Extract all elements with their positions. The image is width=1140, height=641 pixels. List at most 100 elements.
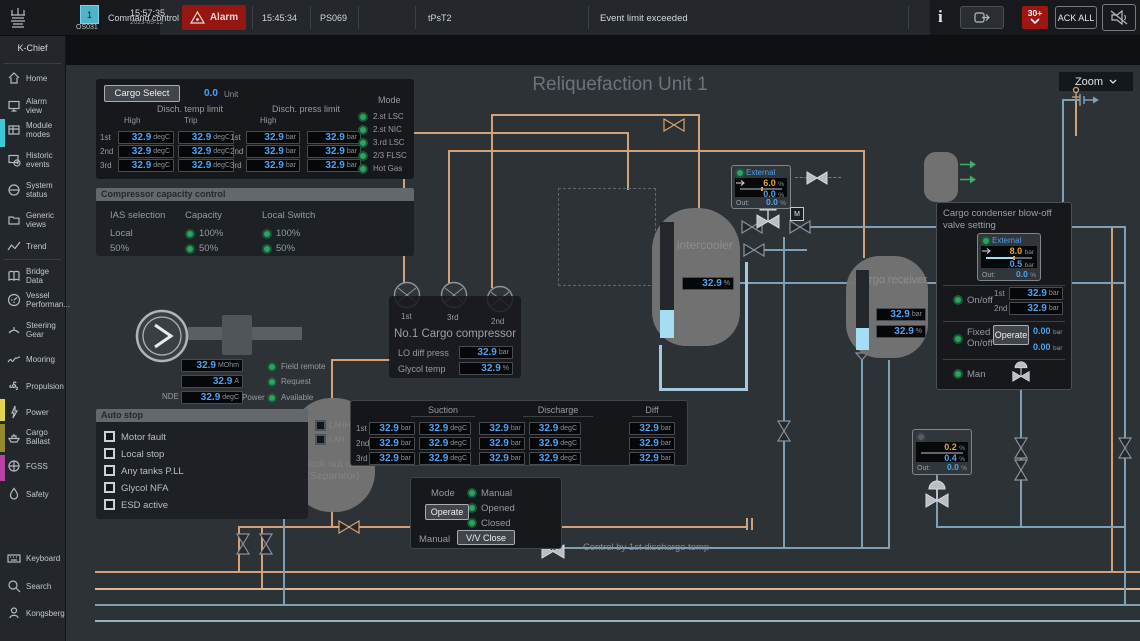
fixed-operate-button[interactable]: Operate [993, 325, 1029, 345]
person-icon [7, 606, 22, 620]
closed-label: Closed [481, 518, 511, 529]
operate-button[interactable]: Operate [425, 504, 469, 520]
sidebar-item-keyboard[interactable]: Keyboard [0, 551, 65, 565]
power-label: Power [242, 393, 265, 402]
sidebar-item-generic-views[interactable]: Generic views [0, 211, 65, 229]
out-value: 0.0 [1016, 269, 1028, 279]
intercooler-level-value: 32.9% [682, 277, 734, 290]
row-label: 1st [994, 289, 1005, 298]
capacity-led [185, 244, 195, 254]
cargo-compressor-panel: 1st 3rd 2nd No.1 Cargo compressor LO dif… [389, 296, 521, 378]
lo-diff-press-label: LO diff press [398, 348, 449, 358]
alarm-count: 30+ [1028, 8, 1042, 18]
sidebar-item-label: Generic views [26, 211, 64, 229]
sidebar-item-label: Trend [26, 242, 64, 251]
external-controller-box[interactable]: External 6.0 % 0.0 % Out: 0.0 % [731, 165, 791, 209]
pipe-segment [1124, 227, 1126, 606]
sidebar-item-label: Home [26, 74, 64, 83]
manual-led [467, 488, 477, 498]
login-button[interactable] [960, 6, 1004, 29]
clock-date: 2023-05-12 [130, 19, 163, 26]
os-station-icon[interactable]: 1 [80, 5, 99, 24]
auto-stop-panel: Auto stop Motor fault Local stop Any tan… [96, 409, 308, 519]
sidebar-item-alarm-view[interactable]: Alarm view [0, 97, 65, 115]
sidebar-item-label: Historic events [26, 151, 64, 169]
lahh-checkbox[interactable] [315, 420, 326, 431]
glycol-nfa-checkbox[interactable] [104, 482, 115, 493]
pipe-segment [888, 360, 890, 549]
setpoint-arrow-icon [982, 248, 992, 254]
unacknowledged-alarm-badge[interactable]: 30+ [1022, 6, 1048, 29]
receiver-pressure-value: 32.9bar [876, 308, 926, 321]
vent-arrow-symbol [1078, 92, 1100, 108]
info-icon[interactable]: i [938, 7, 943, 27]
operate-label: Operate [995, 330, 1028, 340]
sidebar-item-cargo-ballast[interactable]: Cargo Ballast [0, 428, 65, 446]
local-switch-led [262, 244, 272, 254]
sidebar-item-vessel-performance[interactable]: Vessel Performan... [0, 291, 65, 309]
esd-active-checkbox[interactable] [104, 499, 115, 510]
fixed-value-2: 0.00 bar [1033, 342, 1062, 352]
app-window: 1 OS031 Command control 15:57:35 2023-05… [0, 0, 1140, 641]
steering-icon [7, 323, 22, 337]
sidebar-item-bridge-data[interactable]: Bridge Data [0, 267, 65, 285]
out-label: Out: [917, 465, 930, 472]
search-icon [7, 579, 22, 593]
vv-close-button[interactable]: V/V Close [457, 530, 515, 545]
press-trip-2nd: 32.9bar [307, 145, 361, 158]
setpoint-value: 8.0 [1010, 246, 1023, 256]
vv-mode-panel: Mode Manual Opened Closed Operate Manual… [410, 477, 562, 549]
mode-label: 2.st LSC [373, 112, 404, 121]
sidebar-item-home[interactable]: Home [0, 71, 65, 85]
control-valve[interactable] [922, 480, 952, 508]
pipe-segment [95, 604, 1140, 606]
local-stop-checkbox[interactable] [104, 448, 115, 459]
mode-led [358, 151, 368, 161]
fixed-label: Fixed [967, 327, 990, 338]
sidebar-item-safety[interactable]: Safety [0, 487, 65, 501]
sidebar-item-historic-events[interactable]: Historic events [0, 151, 65, 169]
sidebar-item-label: Alarm view [26, 97, 64, 115]
lah-label: LAH [329, 435, 345, 444]
diff-press-1st: 32.9bar [629, 422, 675, 435]
sidebar-item-kongsberg[interactable]: Kongsberg [0, 606, 65, 620]
on-off-1st-value: 32.9bar [1009, 287, 1063, 300]
request-label: Request [281, 377, 311, 386]
suction-press-3rd: 32.9bar [369, 452, 415, 465]
press-trip-1st: 32.9bar [307, 131, 361, 144]
manual-valve-icon[interactable] [1009, 361, 1033, 382]
ack-all-button[interactable]: ACK ALL [1055, 6, 1097, 29]
divider [908, 6, 909, 29]
sidebar-item-trend[interactable]: Trend [0, 239, 65, 253]
sidebar-item-propulsion[interactable]: Propulsion [0, 379, 65, 393]
capacity-led [185, 229, 195, 239]
external-led [981, 236, 991, 246]
sidebar-item-steering-gear[interactable]: Steering Gear [0, 321, 65, 339]
fixed-value-1: 0.00 bar [1033, 326, 1062, 336]
lah-checkbox[interactable] [315, 434, 326, 445]
divider [415, 6, 416, 29]
sidebar-item-system-status[interactable]: System status [0, 181, 65, 199]
sidebar-item-label: Vessel Performan... [26, 291, 64, 309]
sidebar-item-label: Search [26, 582, 64, 591]
sidebar-item-search[interactable]: Search [0, 579, 65, 593]
request-led [267, 377, 277, 387]
motor-symbol[interactable] [134, 308, 190, 364]
mode-led [358, 164, 368, 174]
external-controller-box[interactable]: External 8.0 bar 0.5 bar Out: 0.0 % [977, 233, 1041, 281]
any-tanks-pll-checkbox[interactable] [104, 465, 115, 476]
cargo-select-button[interactable]: Cargo Select [104, 85, 180, 102]
discharge-temp-2nd: 32.9degC [529, 437, 581, 450]
sidebar-item-module-modes[interactable]: Module modes [0, 121, 65, 139]
motor-fault-checkbox[interactable] [104, 431, 115, 442]
mute-horn-button[interactable] [1102, 4, 1136, 31]
row-label: 3rd [100, 161, 112, 170]
stage-label: 3rd [447, 313, 459, 322]
controller-box[interactable]: 0.2 % 0.4 % Out: 0.0 % [912, 429, 972, 475]
sidebar-item-fgss[interactable]: FGSS [0, 459, 65, 473]
sidebar-item-mooring[interactable]: Mooring [0, 352, 65, 366]
sidebar-item-power[interactable]: Power [0, 405, 65, 419]
pipe-segment [331, 359, 391, 361]
alarm-button[interactable]: Alarm [182, 5, 246, 30]
pipe-segment [1075, 100, 1077, 136]
